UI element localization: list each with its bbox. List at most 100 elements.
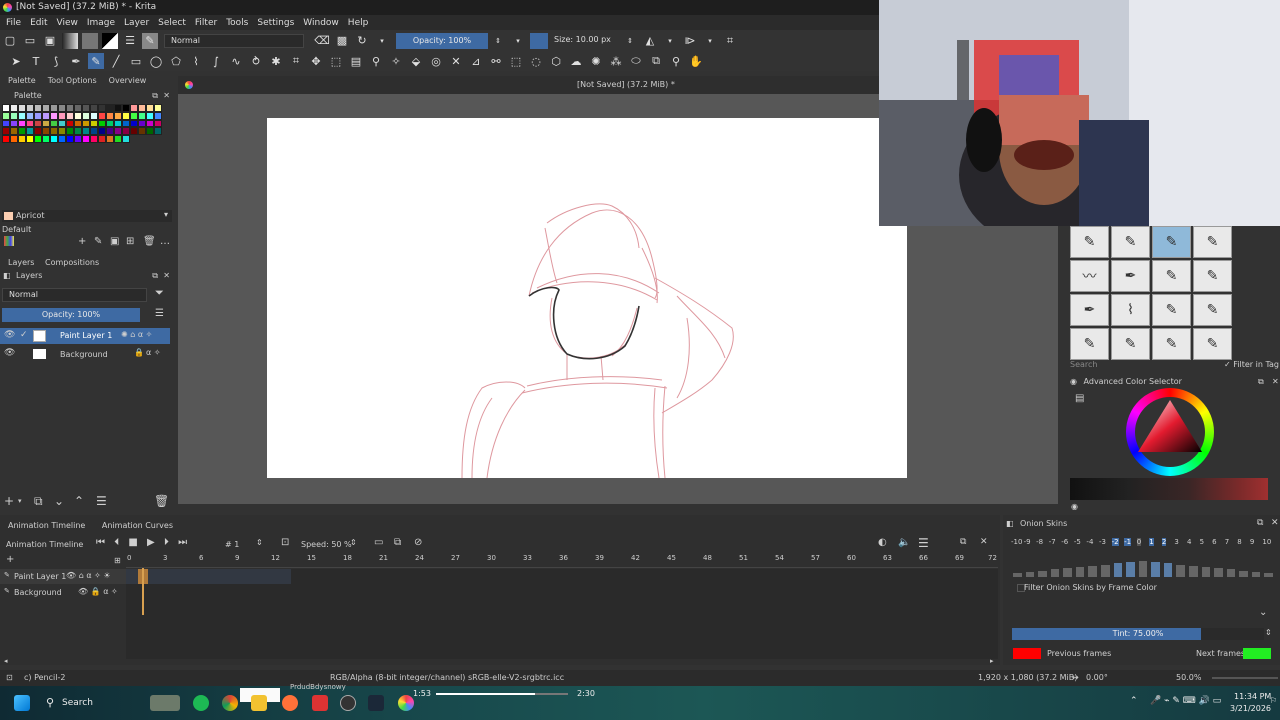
gradient-tool-icon[interactable]: ▤ [348,53,364,69]
palette-swatch[interactable] [66,111,74,120]
palette-swatch[interactable] [66,135,74,143]
tab-animation-timeline[interactable]: Animation Timeline [8,521,85,530]
measure-tool-icon[interactable]: ⊿ [468,53,484,69]
menu-filter[interactable]: Filter [195,18,217,28]
palette-swatch[interactable] [34,111,42,120]
chevron-down-icon[interactable]: ▾ [510,33,526,49]
brush-search-input[interactable]: Search [1070,360,1220,372]
playhead[interactable] [142,568,144,615]
timeline-menu-icon[interactable]: ☰ [918,536,929,550]
add-layer-icon[interactable]: + [6,554,14,565]
palette-swatch[interactable] [2,127,10,136]
onion-frame-number[interactable]: -10 [1011,538,1022,546]
palette-swatch[interactable] [106,119,114,128]
opacity-spin-icon[interactable]: ⇕ [490,33,506,49]
brush-preset-grid[interactable]: ✎ ✎ ✎ ✎ 〰 ✒ ✎ ✎ ✒ ⌇ ✎ ✎ ✎ ✎ ✎ ✎ [1070,226,1232,360]
onion-opacity-bar[interactable] [1251,571,1261,577]
last-frame-icon[interactable]: ⏭ [178,537,187,548]
palette-swatch[interactable] [122,135,130,143]
palette-swatch[interactable] [98,135,106,143]
palette-swatch[interactable] [106,111,114,120]
brush-preset-tile[interactable]: ✎ [1111,226,1150,258]
tint-spin-icon[interactable]: ⇕ [1265,628,1272,637]
brush-preset-tile[interactable]: ✒ [1070,294,1109,326]
palette-swatch[interactable] [106,135,114,143]
stop-icon[interactable]: ■ [128,537,137,548]
first-frame-icon[interactable]: ⏮ [96,537,105,548]
taskbar-search-label[interactable]: Search [62,698,93,708]
app-icon[interactable] [312,695,328,711]
steam-icon[interactable] [368,695,384,711]
palette-swatch[interactable] [58,127,66,136]
palette-swatch[interactable] [154,127,162,136]
palette-swatch[interactable] [82,127,90,136]
visibility-eye-icon[interactable]: 👁 [4,330,15,340]
taskbar-time[interactable]: 11:34 PM [1234,692,1271,701]
palette-name[interactable]: Default [2,225,31,234]
palette-swatch[interactable] [74,111,82,120]
onion-opacity-bar[interactable] [1113,563,1123,577]
menu-help[interactable]: Help [348,18,369,28]
text-tool-icon[interactable]: T [28,53,44,69]
timeline-scroll-left-icon[interactable]: ◂ [4,657,8,665]
onion-number-row[interactable]: -10 -9 -8 -7 -6 -5 -4 -3 -2 -1 0 1 2 3 4 5 6 7 8 9 10 [1011,538,1275,550]
onion-frame-number[interactable]: 10 [1262,538,1271,546]
onion-opacity-bar[interactable] [1075,567,1085,577]
onion-opacity-bar[interactable] [1025,571,1035,577]
palette-swatch[interactable] [34,135,42,143]
brush-preset-tile[interactable]: ✎ [1193,328,1232,360]
delete-layer-icon[interactable]: 🗑 [154,494,169,508]
palette-swatch[interactable] [122,119,130,128]
palette-swatch[interactable] [58,104,66,112]
reference-tool-icon[interactable]: ⚯ [488,53,504,69]
tray-icons[interactable]: 🎤 ⌁ ✎ ⌨ 🔊 ▭ [1150,696,1221,706]
palette-swatch[interactable] [26,135,34,143]
palette-swatch[interactable] [90,119,98,128]
onion-opacity-bar[interactable] [1239,570,1248,577]
palette-swatch[interactable] [82,135,90,143]
palette-swatch[interactable] [58,135,66,143]
palette-grid-icon[interactable] [4,236,14,246]
size-spin-icon[interactable]: ⇕ [622,33,638,49]
visibility-eye-icon[interactable]: 👁 [4,348,15,358]
audio-icon[interactable]: 🔈 [898,537,910,548]
menu-window[interactable]: Window [303,18,339,28]
float-docker-icon[interactable]: ⧉ [1257,518,1263,528]
palette-swatch[interactable] [130,119,138,128]
layer-opacity-slider[interactable]: Opacity: 100% [2,308,140,322]
float-docker-icon[interactable]: ⧉ [152,91,158,101]
palette-swatch[interactable] [10,135,18,143]
palette-swatch[interactable] [34,127,42,136]
palette-swatch[interactable] [146,119,154,128]
obs-icon[interactable] [340,695,356,711]
freehand-select-tool-icon[interactable]: ☁ [568,53,584,69]
next-frame-icon[interactable]: ⏵ [164,537,169,548]
tab-overview[interactable]: Overview [109,76,147,90]
tab-compositions[interactable]: Compositions [45,258,99,267]
lock-icon[interactable]: 🔒 [134,348,144,357]
palette-swatch[interactable] [74,119,82,128]
palette-swatch[interactable] [18,119,26,128]
timeline-layer-name[interactable]: Paint Layer 1 [14,572,66,581]
frame-view-icon[interactable]: ▭ [374,537,383,548]
onion-opacity-bars[interactable] [1011,559,1275,577]
brush-preset-tile[interactable]: 〰 [1070,260,1109,292]
close-icon[interactable]: ✕ [1271,518,1279,528]
onion-frame-number[interactable]: -1 [1124,538,1132,546]
close-icon[interactable]: ✕ [980,537,988,547]
brush-preset-tile[interactable]: ✎ [1070,328,1109,360]
palette-swatch[interactable] [18,127,26,136]
onion-frame-number[interactable]: 6 [1212,538,1216,546]
palette-swatch[interactable] [106,104,114,112]
save-icon[interactable]: ▣ [42,33,58,49]
close-icon[interactable]: ✕ [1272,377,1279,386]
freehand-brush-tool-icon[interactable]: ✎ [88,53,104,69]
duplicate-layer-icon[interactable]: ⧉ [34,494,43,509]
palette-swatch[interactable] [2,119,10,128]
onion-frame-number[interactable]: 8 [1237,538,1241,546]
chevron-down-icon[interactable]: ▾ [374,33,390,49]
layer-name[interactable]: Paint Layer 1 [60,331,112,340]
onion-frame-number[interactable]: -9 [1024,538,1031,546]
palette-swatch[interactable] [122,111,130,120]
palette-swatch[interactable] [106,127,114,136]
